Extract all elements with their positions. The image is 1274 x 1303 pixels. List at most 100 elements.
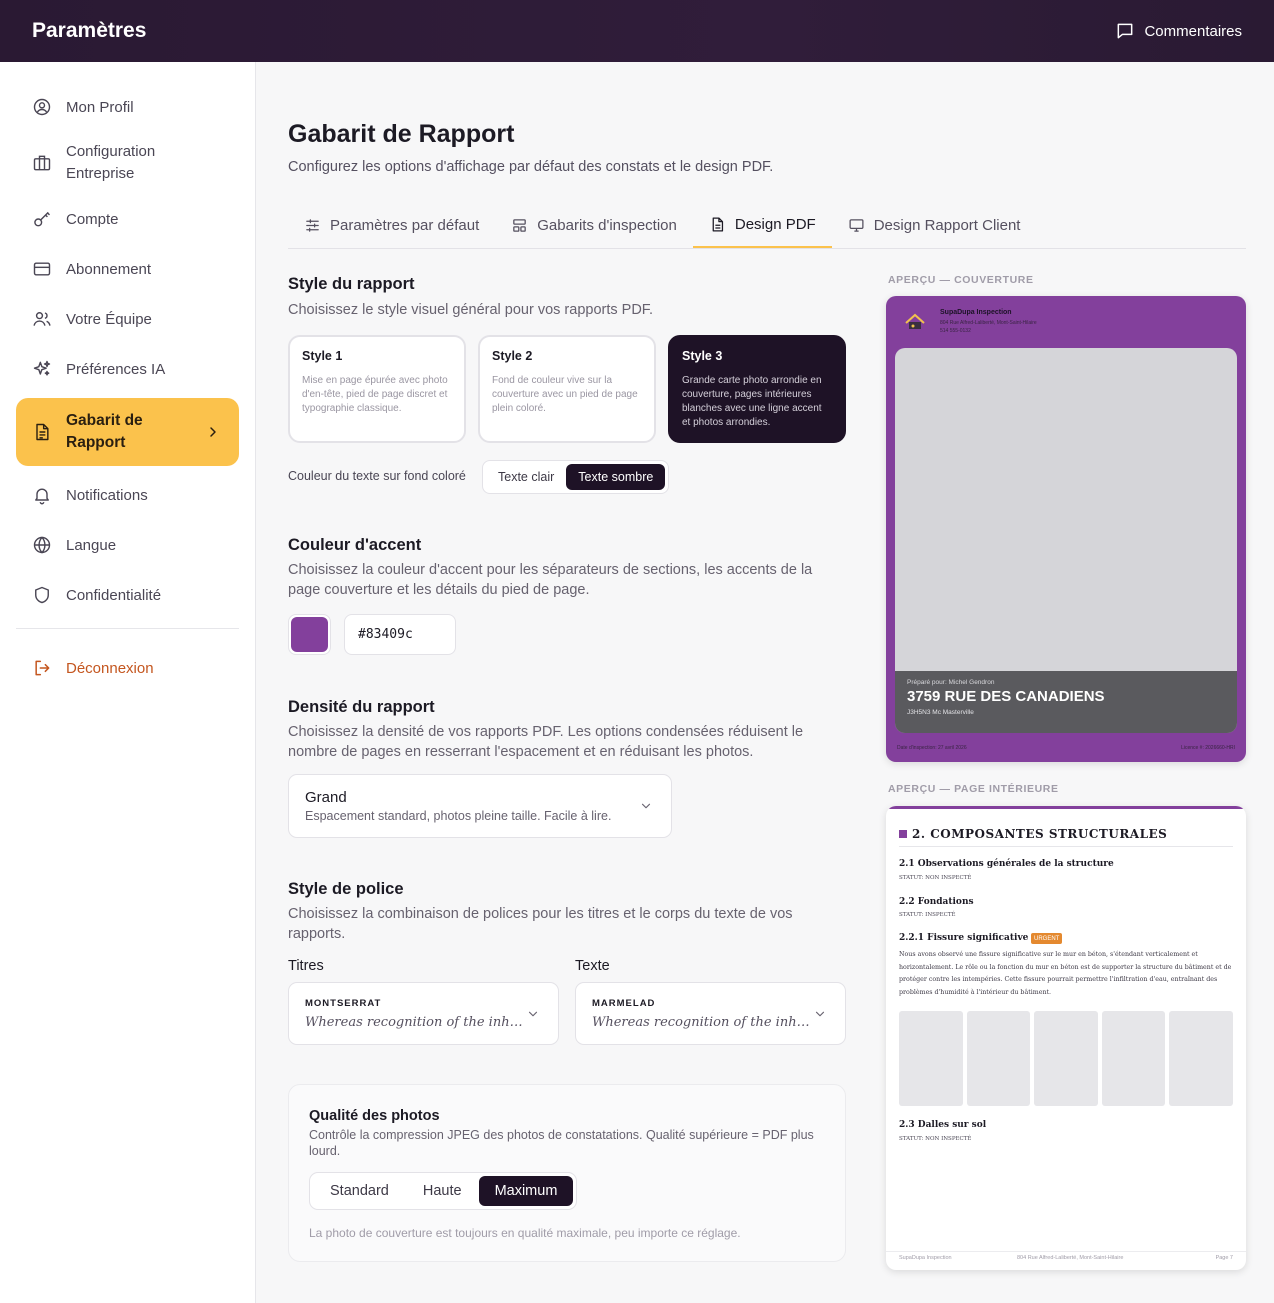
- globe-icon: [33, 536, 51, 554]
- urgent-badge: URGENT: [1031, 933, 1063, 944]
- titles-font-name: MONTSERRAT: [305, 998, 382, 1009]
- tab-parametres-par-defaut[interactable]: Paramètres par défaut: [288, 202, 495, 248]
- sidebar-item-label: Abonnement: [66, 260, 152, 278]
- photo-quality-title: Qualité des photos: [309, 1108, 440, 1124]
- sidebar-item-compte[interactable]: Compte: [16, 194, 239, 244]
- photo-quality-note: La photo de couverture est toujours en q…: [309, 1226, 741, 1240]
- logout-button[interactable]: Déconnexion: [16, 643, 239, 693]
- house-logo-icon: [905, 313, 925, 329]
- style-card-description: Grande carte photo arrondie en couvertur…: [682, 375, 822, 428]
- sidebar-item-label: Votre Équipe: [66, 310, 152, 328]
- accent-description: Choisissez la couleur d'accent pour les …: [288, 562, 813, 598]
- tab-design-pdf[interactable]: Design PDF: [692, 202, 832, 248]
- finding-text: Nous avons observé une fissure significa…: [899, 951, 1232, 997]
- accent-color-swatch[interactable]: [288, 614, 331, 655]
- cover-footer-left: Date d'inspection: 27 avril 2026: [897, 745, 967, 751]
- tab-design-rapport-client[interactable]: Design Rapport Client: [832, 202, 1037, 248]
- inner-item-title: 2.1 Observations générales de la structu…: [899, 859, 1114, 869]
- users-icon: [33, 312, 51, 326]
- page-subtitle: Configurez les options d'affichage par d…: [288, 159, 774, 175]
- sidebar-item-label: Compte: [66, 210, 119, 228]
- sidebar-item-label: Langue: [66, 536, 117, 554]
- sidebar-item-preferences-ia[interactable]: Préférences IA: [16, 344, 239, 394]
- quality-standard-option[interactable]: Standard: [313, 1176, 406, 1206]
- layout-icon: [513, 218, 527, 232]
- sidebar-item-votre-equipe[interactable]: Votre Équipe: [16, 294, 239, 344]
- sidebar-item-label: Confidentialité: [66, 586, 162, 604]
- inner-section-title: 2. COMPOSANTES STRUCTURALES: [912, 827, 1168, 841]
- style-card-1[interactable]: Style 1 Mise en page épurée avec photo d…: [288, 335, 466, 443]
- sliders-icon: [306, 218, 319, 232]
- density-title: Densité du rapport: [288, 698, 435, 716]
- logout-icon: [35, 660, 50, 676]
- sidebar-item-abonnement[interactable]: Abonnement: [16, 244, 239, 294]
- monitor-icon: [849, 218, 864, 232]
- density-description: Choisissez la densité de vos rapports PD…: [288, 724, 804, 760]
- sidebar-item-confidentialite[interactable]: Confidentialité: [16, 570, 239, 620]
- section-divider: [899, 846, 1233, 847]
- tab-label: Paramètres par défaut: [330, 216, 480, 234]
- finding-title: 2.2.1 Fissure significative: [899, 933, 1029, 943]
- report-style-title: Style du rapport: [288, 275, 415, 293]
- file-icon: [712, 216, 723, 232]
- logout-label: Déconnexion: [66, 659, 154, 677]
- quality-maximum-option[interactable]: Maximum: [478, 1176, 574, 1206]
- font-description: Choisissez la combinaison de polices pou…: [288, 906, 793, 942]
- photo-placeholder: [1102, 1011, 1165, 1106]
- feedback-button[interactable]: Commentaires: [1115, 21, 1242, 41]
- cover-company: SupaDupa Inspection: [940, 309, 1012, 316]
- density-select[interactable]: Grand Espacement standard, photos pleine…: [288, 774, 672, 838]
- density-selected-label: Grand: [305, 789, 347, 806]
- inner-footer-center: 804 Rue Alfred-Laliberté, Mont-Saint-Hil…: [1017, 1255, 1124, 1261]
- body-font-select[interactable]: MARMELAD Whereas recognition of the inh…: [575, 982, 846, 1045]
- titles-font-label: Titres: [288, 958, 324, 974]
- tab-gabarits-inspection[interactable]: Gabarits d'inspection: [495, 202, 693, 248]
- text-color-dark-option[interactable]: Texte sombre: [566, 464, 666, 490]
- photo-placeholder: [1034, 1011, 1098, 1106]
- inner-footer-left: SupaDupa Inspection: [899, 1255, 952, 1261]
- report-style-description: Choisissez le style visuel général pour …: [288, 302, 654, 318]
- feedback-label: Commentaires: [1144, 22, 1242, 40]
- photo-quality-description: Contrôle la compression JPEG des photos …: [309, 1128, 814, 1158]
- text-color-light-option[interactable]: Texte clair: [486, 464, 566, 490]
- cover-company-address: 804 Rue Alfred-Laliberté, Mont-Saint-Hil…: [940, 320, 1037, 326]
- style-card-description: Fond de couleur vive sur la couverture a…: [492, 375, 638, 414]
- body-font-name: MARMELAD: [592, 998, 656, 1009]
- accent-hex-input[interactable]: #83409c: [344, 614, 456, 655]
- cover-address-band: Préparé pour: Michel Gendron 3759 RUE DE…: [895, 671, 1237, 733]
- cover-prepared-for: Préparé pour: Michel Gendron: [907, 679, 995, 686]
- chevron-down-icon: [641, 803, 651, 809]
- photo-placeholder: [899, 1011, 963, 1106]
- style-card-3[interactable]: Style 3 Grande carte photo arrondie en c…: [668, 335, 846, 443]
- cover-preview-label: APERÇU — COUVERTURE: [888, 274, 1034, 286]
- sidebar-item-langue[interactable]: Langue: [16, 520, 239, 570]
- style-card-title: Style 2: [492, 349, 533, 363]
- document-icon: [36, 423, 49, 441]
- text-color-label: Couleur du texte sur fond coloré: [288, 469, 466, 483]
- accent-color-fill: [291, 617, 328, 652]
- accent-title: Couleur d'accent: [288, 536, 422, 554]
- sidebar-item-label: Notifications: [66, 486, 148, 504]
- tab-label: Design Rapport Client: [873, 216, 1021, 234]
- body-font-label: Texte: [575, 958, 610, 974]
- sidebar-item-mon-profil[interactable]: Mon Profil: [16, 82, 239, 132]
- sidebar-item-gabarit-de-rapport[interactable]: Gabarit de Rapport: [16, 398, 239, 466]
- font-title: Style de police: [288, 880, 404, 898]
- style-card-description: Mise en page épurée avec photo d'en-tête…: [302, 375, 448, 414]
- photo-placeholder: [1169, 1011, 1233, 1106]
- photo-quality-panel: Qualité des photos Contrôle la compressi…: [288, 1084, 846, 1262]
- chevron-right-icon: [210, 427, 216, 437]
- sidebar-item-label: Mon Profil: [66, 98, 134, 116]
- sidebar-item-configuration-entreprise[interactable]: Configuration Entreprise: [16, 132, 239, 194]
- chat-bubble-icon: [1118, 23, 1133, 39]
- titles-font-select[interactable]: MONTSERRAT Whereas recognition of the in…: [288, 982, 559, 1045]
- style-card-2[interactable]: Style 2 Fond de couleur vive sur la couv…: [478, 335, 656, 443]
- sidebar-item-notifications[interactable]: Notifications: [16, 470, 239, 520]
- inner-item-status: STATUT: INSPECTÉ: [899, 912, 956, 918]
- quality-haute-option[interactable]: Haute: [406, 1176, 479, 1206]
- sparkles-icon: [33, 360, 51, 376]
- sidebar-item-label: Gabarit de Rapport: [66, 412, 143, 451]
- cover-company-phone: 514 555-0132: [940, 328, 971, 334]
- cover-address: 3759 RUE DES CANADIENS: [907, 688, 1105, 705]
- cover-footer-right: Licence #: 2026660-HRI: [1181, 745, 1235, 751]
